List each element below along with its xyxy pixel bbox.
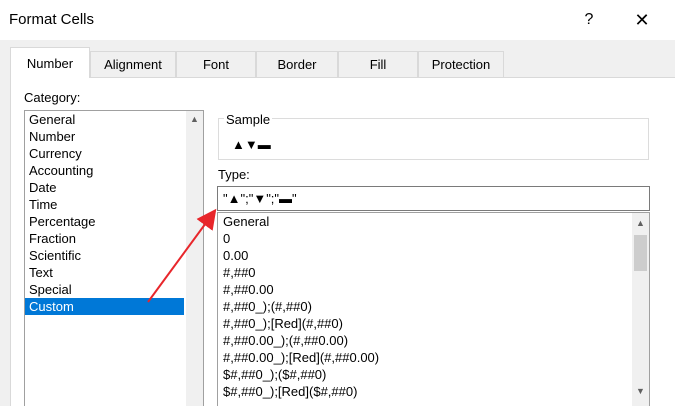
tab-number[interactable]: Number [10,47,90,78]
annotation-arrow [147,208,217,303]
